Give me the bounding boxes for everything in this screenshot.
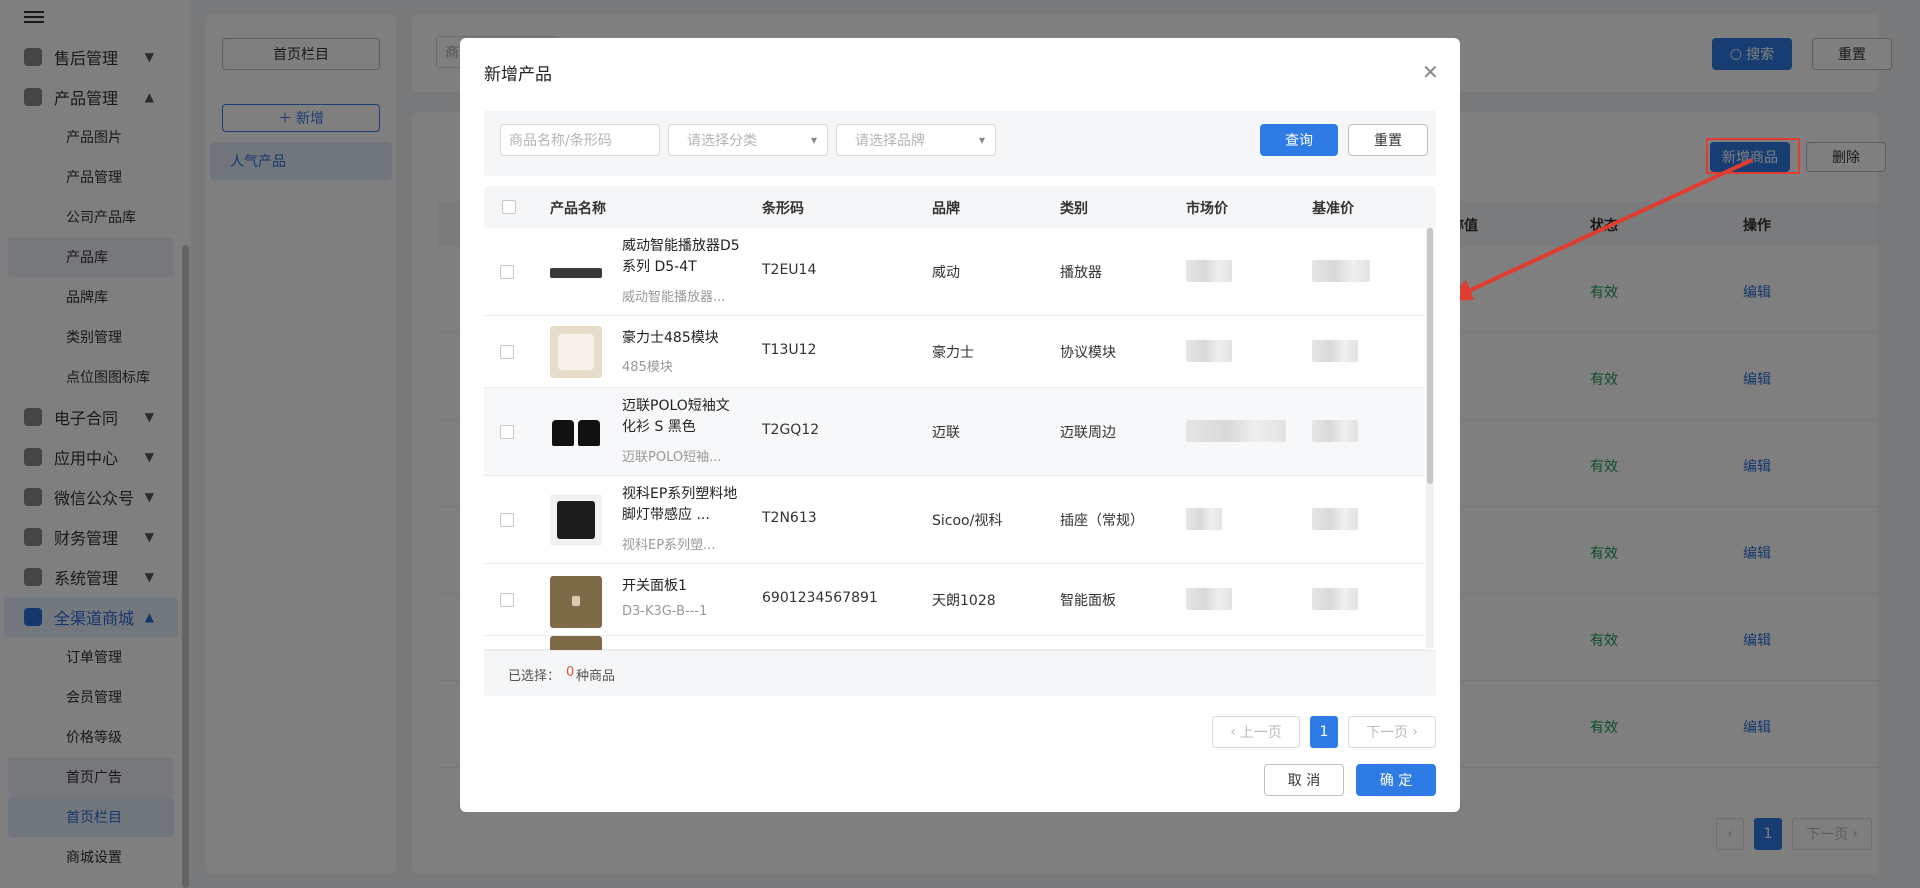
select-all-checkbox[interactable] [502,200,516,214]
next-page-button[interactable]: 下一页 › [1348,716,1436,748]
product-thumbnail [550,636,602,650]
button-label: 取 消 [1287,773,1321,789]
product-barcode: T13U12 [762,342,817,358]
column-header-base-price: 基准价 [1312,201,1354,217]
product-thumbnail [550,494,602,546]
column-header-market-price: 市场价 [1186,201,1228,217]
column-header-brand: 品牌 [932,201,960,217]
button-label: 上一页 [1239,725,1282,741]
annotation-highlight-box [1706,138,1800,174]
cancel-button[interactable]: 取 消 [1264,764,1344,796]
column-header-barcode: 条形码 [762,201,804,217]
chevron-right-icon: › [1412,724,1418,740]
product-category: 播放器 [1060,265,1102,281]
row-checkbox[interactable] [500,265,514,279]
product-thumbnail [550,326,602,378]
table-scrollbar-thumb[interactable] [1427,228,1433,484]
current-page[interactable]: 1 [1310,716,1338,748]
select-placeholder: 请选择分类 [687,133,757,149]
base-price-blurred [1312,420,1358,442]
table-row[interactable]: 视科EP系列塑料地脚灯带感应 ... 视科EP系列塑... T2N613 Sic… [484,476,1424,564]
selected-suffix: 种商品 [576,669,616,684]
row-checkbox[interactable] [500,593,514,607]
product-category: 插座（常规） [1060,513,1144,529]
table-row[interactable]: 豪力士485模块 485模块 T13U12 豪力士 协议模块 [484,316,1424,388]
select-placeholder: 请选择品牌 [855,133,925,149]
category-select[interactable]: 请选择分类 ▾ [668,124,828,156]
column-header-name: 产品名称 [550,201,606,217]
query-button[interactable]: 查询 [1260,124,1338,156]
product-thumbnail [550,576,602,628]
button-label: 下一页 [1366,725,1409,741]
prev-page-button[interactable]: ‹ 上一页 [1212,716,1300,748]
selected-label: 已选择： [508,669,561,684]
product-brand: 豪力士 [932,345,974,361]
market-price-blurred [1186,508,1222,530]
product-name: 视科EP系列塑料地脚灯带感应 ... [622,486,738,523]
market-price-blurred [1186,588,1232,610]
confirm-button[interactable]: 确 定 [1356,764,1436,796]
table-row[interactable]: 开关面板1 D3-K3G-B---1 6901234567891 天朗1028 … [484,564,1424,636]
table-scrollbar[interactable] [1426,228,1434,648]
market-price-blurred [1186,260,1232,282]
button-label: 确 定 [1379,773,1413,789]
product-brand: 威动 [932,265,960,281]
base-price-blurred [1312,260,1370,282]
market-price-blurred [1186,420,1286,442]
product-category: 协议模块 [1060,345,1116,361]
table-header: 产品名称 条形码 品牌 类别 市场价 基准价 [484,186,1436,228]
row-checkbox[interactable] [500,425,514,439]
base-price-blurred [1312,508,1358,530]
selected-count: 0 [566,665,575,680]
product-subtitle: 威动智能播放器... [622,290,726,305]
product-barcode: T2N613 [762,510,817,526]
product-brand: 迈联 [932,425,960,441]
product-name: 迈联POLO短袖文化衫 S 黑色 [622,398,730,435]
product-category: 迈联周边 [1060,425,1116,441]
base-price-blurred [1312,588,1358,610]
chevron-down-icon: ▾ [978,133,985,147]
row-checkbox[interactable] [500,345,514,359]
table-row[interactable]: 迈联POLO短袖文化衫 S 黑色 迈联POLO短袖... T2GQ12 迈联 迈… [484,388,1424,476]
dialog-title: 新增产品 [484,65,552,85]
brand-select[interactable]: 请选择品牌 ▾ [836,124,996,156]
base-price-blurred [1312,340,1358,362]
product-subtitle: 迈联POLO短袖... [622,450,722,465]
add-product-dialog: 新增产品 ✕ 商品名称/条形码 请选择分类 ▾ 请选择品牌 ▾ 查询 重置 产品名称… [460,38,1460,812]
input-placeholder: 商品名称/条形码 [509,133,612,149]
close-icon[interactable]: ✕ [1422,60,1439,84]
product-barcode: 6901234567891 [762,590,878,606]
product-category: 智能面板 [1060,593,1116,609]
product-name: 开关面板1 [622,578,687,594]
chevron-left-icon: ‹ [1230,724,1236,740]
selection-summary: 已选择： 0 种商品 [484,650,1436,696]
product-subtitle: D3-K3G-B---1 [622,604,708,619]
product-select-table: 产品名称 条形码 品牌 类别 市场价 基准价 威动智能播放器D5系列 D5-4T… [484,186,1436,696]
button-label: 重置 [1374,133,1402,149]
table-row[interactable]: 威动智能播放器D5系列 D5-4T 威动智能播放器... T2EU14 威动 播… [484,228,1424,316]
product-barcode: T2GQ12 [762,422,820,438]
product-thumbnail [550,406,602,458]
chevron-down-icon: ▾ [810,133,817,147]
table-row[interactable] [484,636,1424,650]
row-checkbox[interactable] [500,513,514,527]
product-thumbnail [550,246,602,298]
filter-bar: 商品名称/条形码 请选择分类 ▾ 请选择品牌 ▾ 查询 重置 [484,110,1436,176]
product-brand: 天朗1028 [932,593,996,609]
button-label: 查询 [1285,133,1313,149]
product-barcode: T2EU14 [762,262,817,278]
column-header-category: 类别 [1060,201,1088,217]
product-name: 威动智能播放器D5系列 D5-4T [622,238,740,275]
filter-reset-button[interactable]: 重置 [1348,124,1428,156]
product-search-input[interactable]: 商品名称/条形码 [500,124,660,156]
product-subtitle: 485模块 [622,360,673,375]
market-price-blurred [1186,340,1232,362]
product-brand: Sicoo/视科 [932,513,1003,529]
product-subtitle: 视科EP系列塑... [622,538,716,553]
product-name: 豪力士485模块 [622,330,719,346]
